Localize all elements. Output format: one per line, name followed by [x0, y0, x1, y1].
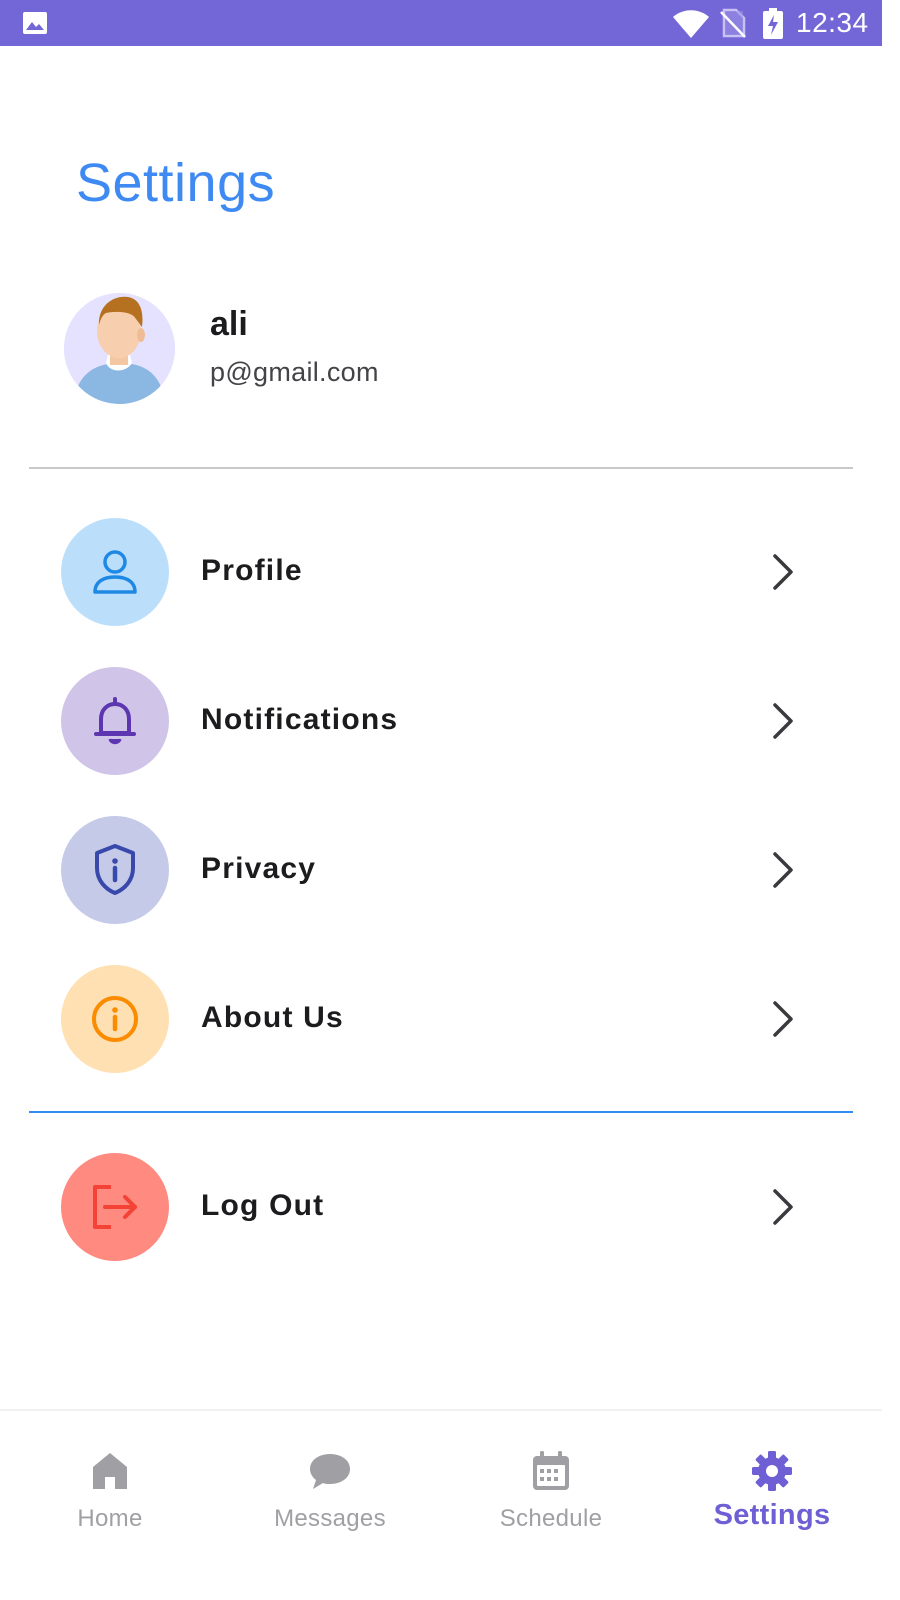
- shield-icon: [95, 844, 135, 895]
- menu-label-about-us: About Us: [201, 1001, 344, 1034]
- menu-label-logout: Log Out: [201, 1189, 325, 1222]
- menu-item-privacy[interactable]: Privacy: [61, 816, 821, 924]
- nav-label-home: Home: [77, 1505, 143, 1532]
- chevron-right-icon: [773, 1001, 793, 1037]
- nav-item-schedule[interactable]: Schedule: [441, 1411, 661, 1570]
- profile-icon-circle: [61, 518, 169, 626]
- calendar-icon: [533, 1451, 569, 1490]
- chevron-right-icon: [773, 852, 793, 888]
- divider: [29, 467, 853, 469]
- user-profile-card[interactable]: ali p@gmail.com: [64, 293, 824, 405]
- home-icon: [93, 1453, 127, 1489]
- menu-label-notifications: Notifications: [201, 703, 399, 736]
- wifi-icon: [673, 10, 709, 38]
- chevron-right-icon: [773, 703, 793, 739]
- nav-label-schedule: Schedule: [499, 1505, 603, 1532]
- bottom-nav: Home Messages Schedule Settings: [0, 1409, 882, 1568]
- user-name: ali: [210, 305, 248, 343]
- status-bar: 12:34: [0, 0, 882, 46]
- user-email: p@gmail.com: [210, 357, 379, 387]
- menu-label-profile: Profile: [201, 554, 303, 587]
- logout-button[interactable]: Log Out: [61, 1153, 821, 1261]
- logout-icon: [93, 1185, 137, 1229]
- info-icon: [92, 996, 138, 1042]
- no-sim-icon: [720, 8, 746, 38]
- menu-item-notifications[interactable]: Notifications: [61, 667, 821, 775]
- page-title: Settings: [76, 153, 276, 213]
- gallery-icon: [23, 12, 47, 34]
- battery-charging-icon: [763, 8, 783, 39]
- notifications-icon-circle: [61, 667, 169, 775]
- nav-item-messages[interactable]: Messages: [220, 1411, 440, 1570]
- nav-item-settings[interactable]: Settings: [662, 1411, 882, 1570]
- nav-item-home[interactable]: Home: [0, 1411, 220, 1570]
- person-icon: [93, 550, 137, 594]
- nav-label-settings: Settings: [713, 1499, 831, 1531]
- logout-icon-circle: [61, 1153, 169, 1261]
- chevron-right-icon: [773, 1189, 793, 1225]
- menu-item-profile[interactable]: Profile: [61, 518, 821, 626]
- chevron-right-icon: [773, 554, 793, 590]
- about-icon-circle: [61, 965, 169, 1073]
- menu-label-privacy: Privacy: [201, 852, 317, 885]
- gear-icon: [752, 1451, 792, 1491]
- chat-bubble-icon: [310, 1454, 350, 1489]
- divider: [29, 1111, 853, 1113]
- bell-icon: [94, 697, 136, 745]
- menu-item-about-us[interactable]: About Us: [61, 965, 821, 1073]
- nav-label-messages: Messages: [274, 1505, 386, 1532]
- status-time: 12:34: [796, 7, 869, 38]
- privacy-icon-circle: [61, 816, 169, 924]
- avatar: [64, 293, 175, 404]
